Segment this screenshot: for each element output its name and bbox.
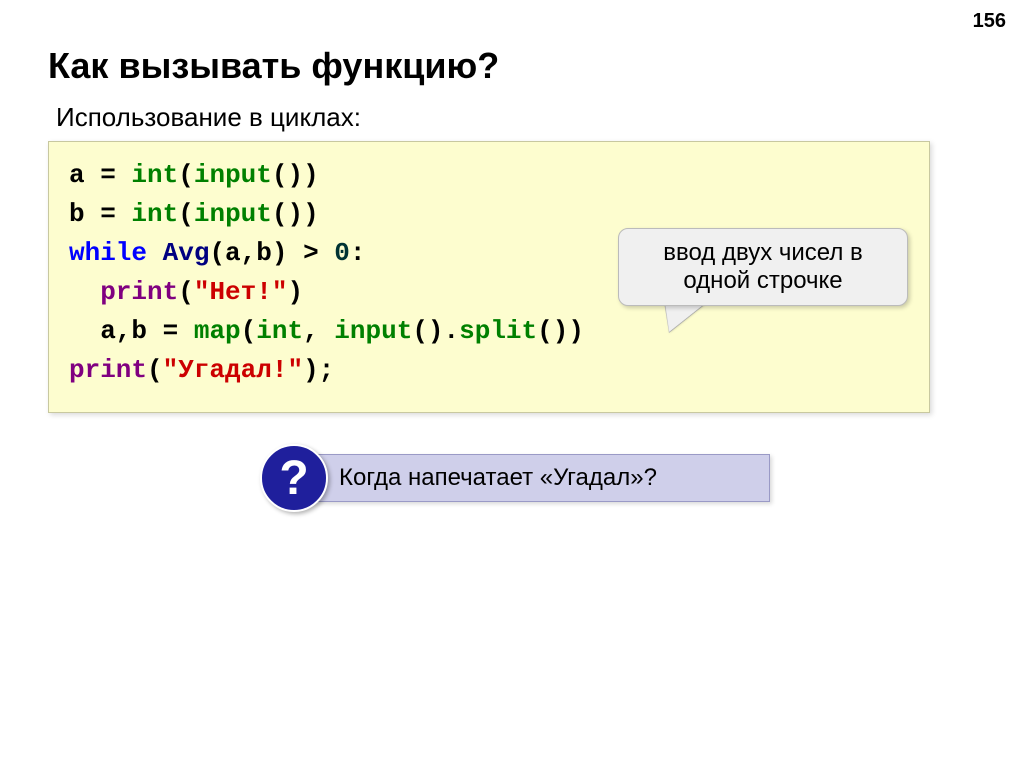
code-text: ( [178,160,194,190]
code-keyword-int: int [116,160,178,190]
page-number: 156 [973,10,1006,33]
code-text: ( [178,277,194,307]
callout-bubble: ввод двух чисел в одной строчке [618,228,908,306]
code-keyword-input: input [194,160,272,190]
slide-subtitle: Использование в циклах: [56,102,361,133]
question-mark-icon: ? [260,444,328,512]
code-keyword-print: print [100,277,178,307]
code-text: (). [412,316,459,346]
question-bar: Когда напечатает «Угадал»? [276,454,770,502]
code-text: ()) [537,316,584,346]
code-func-avg: Avg [163,238,210,268]
code-text: ( [178,199,194,229]
code-keyword-input: input [334,316,412,346]
code-string: "Нет!" [194,277,288,307]
code-line-5: a,b = map(int, input().split()) [69,312,909,351]
code-indent: a,b [69,316,163,346]
code-text: = [100,199,116,229]
code-text [319,238,335,268]
code-number: 0 [334,238,350,268]
code-string: "Угадал!" [163,355,303,385]
code-text: a [69,160,100,190]
code-text: = [163,316,179,346]
code-text: ()) [272,199,319,229]
code-keyword-int: int [256,316,303,346]
code-text: , [303,316,334,346]
code-text: ( [241,316,257,346]
code-line-1: a = int(input()) [69,156,909,195]
code-keyword-map: map [178,316,240,346]
code-keyword-while: while [69,238,163,268]
code-text: > [303,238,319,268]
code-line-6: print("Угадал!"); [69,351,909,390]
code-text: ()) [272,160,319,190]
code-text: (a,b) [209,238,303,268]
code-keyword-print: print [69,355,147,385]
code-keyword-input: input [194,199,272,229]
code-text: ) [287,277,303,307]
code-text: ( [147,355,163,385]
question-text: Когда напечатает «Угадал»? [339,464,657,492]
code-keyword-int: int [116,199,178,229]
code-text: ); [303,355,334,385]
slide-title: Как вызывать функцию? [48,45,499,87]
code-text: = [100,160,116,190]
code-text: b [69,199,100,229]
code-text: : [350,238,366,268]
code-indent [69,277,100,307]
code-keyword-split: split [459,316,537,346]
